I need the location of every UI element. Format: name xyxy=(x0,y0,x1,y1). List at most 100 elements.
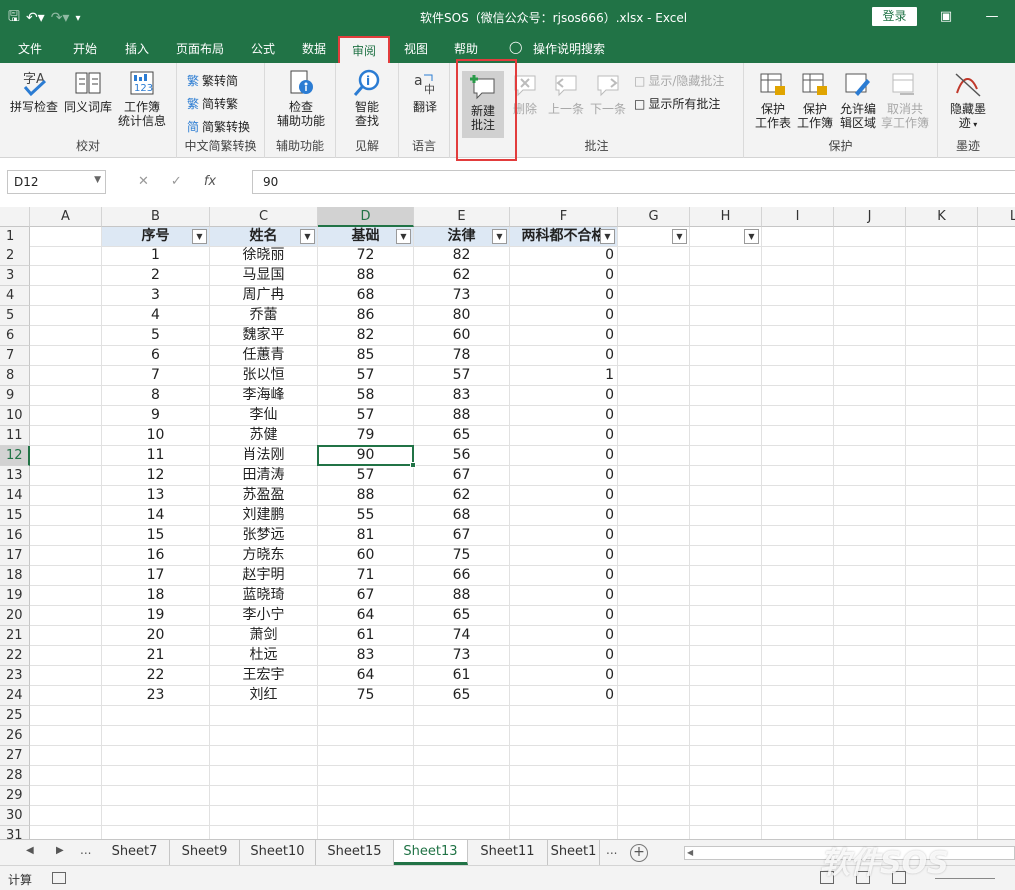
cell-f17[interactable]: 0 xyxy=(510,546,618,566)
cell-g12[interactable] xyxy=(618,446,690,466)
cell-h24[interactable] xyxy=(690,686,762,706)
cell-f27[interactable] xyxy=(510,746,618,766)
cell-i16[interactable] xyxy=(762,526,834,546)
cell-h26[interactable] xyxy=(690,726,762,746)
cell-j14[interactable] xyxy=(834,486,906,506)
cell-j27[interactable] xyxy=(834,746,906,766)
row-header-9[interactable]: 9 xyxy=(0,386,30,406)
cell-l23[interactable] xyxy=(978,666,1015,686)
cell-k7[interactable] xyxy=(906,346,978,366)
allow-edit-ranges-button[interactable]: 允许编 辑区域 xyxy=(836,71,880,130)
check-accessibility-button[interactable]: 检查 辅助功能 xyxy=(273,69,329,128)
cell-e22[interactable]: 73 xyxy=(414,646,510,666)
cell-h16[interactable] xyxy=(690,526,762,546)
more-sheets-left[interactable]: ... xyxy=(80,843,91,857)
cell-g18[interactable] xyxy=(618,566,690,586)
cell-g2[interactable] xyxy=(618,246,690,266)
cell-a18[interactable] xyxy=(30,566,102,586)
cell-g22[interactable] xyxy=(618,646,690,666)
cell-l28[interactable] xyxy=(978,766,1015,786)
cell-c26[interactable] xyxy=(210,726,318,746)
column-header-i[interactable]: I xyxy=(762,207,834,227)
cell-h8[interactable] xyxy=(690,366,762,386)
cell-a15[interactable] xyxy=(30,506,102,526)
cell-f28[interactable] xyxy=(510,766,618,786)
cell-b7[interactable]: 6 xyxy=(102,346,210,366)
workbook-statistics-button[interactable]: 123 工作簿 统计信息 xyxy=(114,69,170,128)
cell-b18[interactable]: 17 xyxy=(102,566,210,586)
cell-b30[interactable] xyxy=(102,806,210,826)
cell-k20[interactable] xyxy=(906,606,978,626)
filter-dropdown-icon[interactable]: ▼ xyxy=(492,229,507,244)
tab-file[interactable]: 文件 xyxy=(18,40,42,57)
cell-h17[interactable] xyxy=(690,546,762,566)
cell-i14[interactable] xyxy=(762,486,834,506)
cell-e31[interactable] xyxy=(414,826,510,839)
cell-c10[interactable]: 李仙 xyxy=(210,406,318,426)
row-header-27[interactable]: 27 xyxy=(0,746,30,766)
cell-l4[interactable] xyxy=(978,286,1015,306)
row-header-5[interactable]: 5 xyxy=(0,306,30,326)
cell-b16[interactable]: 15 xyxy=(102,526,210,546)
scroll-left-arrow-icon[interactable]: ◀ xyxy=(687,848,693,857)
cell-f5[interactable]: 0 xyxy=(510,306,618,326)
cell-k26[interactable] xyxy=(906,726,978,746)
cell-l9[interactable] xyxy=(978,386,1015,406)
cell-i9[interactable] xyxy=(762,386,834,406)
cell-d17[interactable]: 60 xyxy=(318,546,414,566)
cell-g17[interactable] xyxy=(618,546,690,566)
cell-l1[interactable] xyxy=(978,227,1015,247)
cell-l2[interactable] xyxy=(978,246,1015,266)
cell-k8[interactable] xyxy=(906,366,978,386)
column-header-e[interactable]: E xyxy=(414,207,510,227)
column-header-j[interactable]: J xyxy=(834,207,906,227)
cell-h23[interactable] xyxy=(690,666,762,686)
convert-button[interactable]: 简简繁转换 xyxy=(187,118,250,135)
cell-j26[interactable] xyxy=(834,726,906,746)
translate-button[interactable]: a中 翻译 xyxy=(405,69,445,114)
column-header-k[interactable]: K xyxy=(906,207,978,227)
cell-j21[interactable] xyxy=(834,626,906,646)
cell-k17[interactable] xyxy=(906,546,978,566)
cell-a7[interactable] xyxy=(30,346,102,366)
cell-e20[interactable]: 65 xyxy=(414,606,510,626)
cell-j7[interactable] xyxy=(834,346,906,366)
cell-l29[interactable] xyxy=(978,786,1015,806)
cell-f24[interactable]: 0 xyxy=(510,686,618,706)
cell-d16[interactable]: 81 xyxy=(318,526,414,546)
column-header-l[interactable]: L xyxy=(978,207,1015,227)
cell-d4[interactable]: 68 xyxy=(318,286,414,306)
cell-b6[interactable]: 5 xyxy=(102,326,210,346)
cell-i20[interactable] xyxy=(762,606,834,626)
cell-l22[interactable] xyxy=(978,646,1015,666)
cell-l10[interactable] xyxy=(978,406,1015,426)
cell-e3[interactable]: 62 xyxy=(414,266,510,286)
cell-g24[interactable] xyxy=(618,686,690,706)
sheet-tab-sheet13[interactable]: Sheet13 xyxy=(394,840,468,865)
row-header-31[interactable]: 31 xyxy=(0,826,30,839)
cell-d30[interactable] xyxy=(318,806,414,826)
cell-h10[interactable] xyxy=(690,406,762,426)
cell-d13[interactable]: 57 xyxy=(318,466,414,486)
protect-workbook-button[interactable]: 保护 工作簿 xyxy=(794,71,836,130)
cell-d3[interactable]: 88 xyxy=(318,266,414,286)
smart-lookup-button[interactable]: i 智能 查找 xyxy=(342,69,392,128)
cell-j5[interactable] xyxy=(834,306,906,326)
cell-g11[interactable] xyxy=(618,426,690,446)
header-cell-c[interactable]: 姓名 ▼ xyxy=(210,227,318,247)
cell-i5[interactable] xyxy=(762,306,834,326)
cell-e24[interactable]: 65 xyxy=(414,686,510,706)
cell-b17[interactable]: 16 xyxy=(102,546,210,566)
cell-g29[interactable] xyxy=(618,786,690,806)
cell-c28[interactable] xyxy=(210,766,318,786)
cell-h31[interactable] xyxy=(690,826,762,839)
cell-j29[interactable] xyxy=(834,786,906,806)
cell-d10[interactable]: 57 xyxy=(318,406,414,426)
cell-b31[interactable] xyxy=(102,826,210,839)
cell-h4[interactable] xyxy=(690,286,762,306)
cell-a30[interactable] xyxy=(30,806,102,826)
cell-d5[interactable]: 86 xyxy=(318,306,414,326)
row-header-8[interactable]: 8 xyxy=(0,366,30,386)
cell-e8[interactable]: 57 xyxy=(414,366,510,386)
cell-d15[interactable]: 55 xyxy=(318,506,414,526)
